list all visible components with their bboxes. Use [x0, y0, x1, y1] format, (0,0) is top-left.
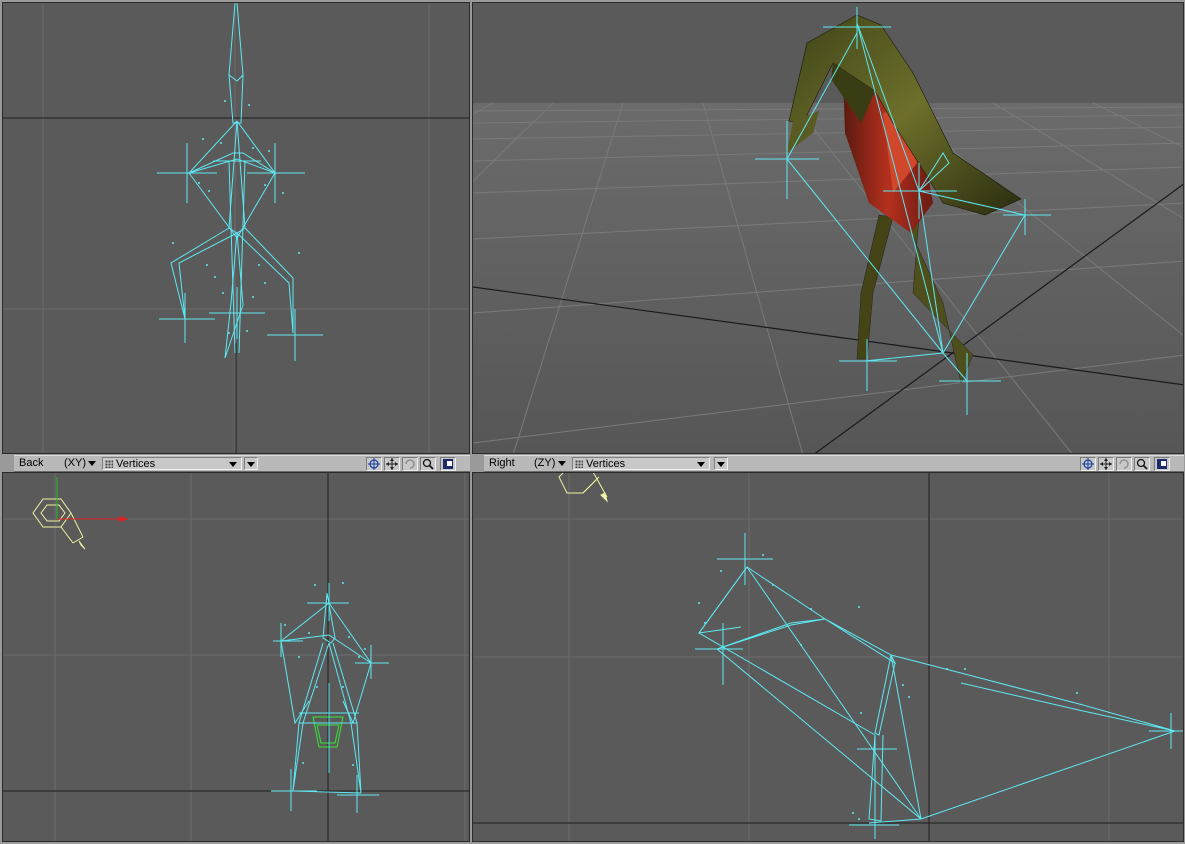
skeleton-front-wireframe: [3, 3, 469, 453]
view-type-dropdown-arrow[interactable]: [558, 457, 568, 470]
vertices-icon: [105, 460, 113, 468]
camera-icon: [558, 473, 608, 503]
center-view-icon[interactable]: [366, 457, 382, 471]
maximize-view-icon[interactable]: [440, 457, 456, 471]
view-axis-label[interactable]: (ZY): [534, 457, 558, 470]
viewport-top-right[interactable]: [472, 2, 1184, 454]
skeleton-back-wireframe: [3, 473, 469, 841]
chevron-down-icon: [697, 462, 705, 467]
viewport-back[interactable]: [2, 472, 470, 842]
display-mode-label: Vertices: [586, 458, 626, 470]
camera-icon: [32, 498, 86, 550]
view-axis-label[interactable]: (XY): [64, 457, 88, 470]
display-mode-dropdown[interactable]: Vertices: [102, 457, 242, 470]
render-mode-dropdown[interactable]: [714, 457, 728, 470]
view-type-dropdown-arrow[interactable]: [88, 457, 98, 470]
zoom-view-icon[interactable]: [1134, 457, 1150, 471]
vertices-icon: [575, 460, 583, 468]
perspective-model-view: [473, 7, 1183, 453]
chevron-down-icon: [247, 462, 255, 467]
viewport-right[interactable]: [472, 472, 1184, 842]
rotate-view-icon[interactable]: [402, 457, 418, 471]
rotate-view-icon[interactable]: [1116, 457, 1132, 471]
skeleton-side-wireframe: [473, 473, 1183, 841]
chevron-down-icon: [229, 462, 237, 467]
view-type-label[interactable]: Back: [16, 457, 60, 470]
move-view-icon[interactable]: [384, 457, 400, 471]
center-view-icon[interactable]: [1080, 457, 1096, 471]
view-type-label[interactable]: Right: [486, 457, 530, 470]
display-mode-dropdown[interactable]: Vertices: [572, 457, 710, 470]
viewport-top-left[interactable]: [2, 2, 470, 454]
chevron-down-icon: [717, 462, 725, 467]
move-view-icon[interactable]: [1098, 457, 1114, 471]
viewport-toolbar-right: Right (ZY) Vertices: [484, 455, 1184, 472]
render-mode-dropdown[interactable]: [244, 457, 258, 470]
viewport-toolbar-back: Back (XY) Vertices: [14, 455, 470, 472]
display-mode-label: Vertices: [116, 458, 156, 470]
zoom-view-icon[interactable]: [420, 457, 436, 471]
maximize-view-icon[interactable]: [1154, 457, 1170, 471]
